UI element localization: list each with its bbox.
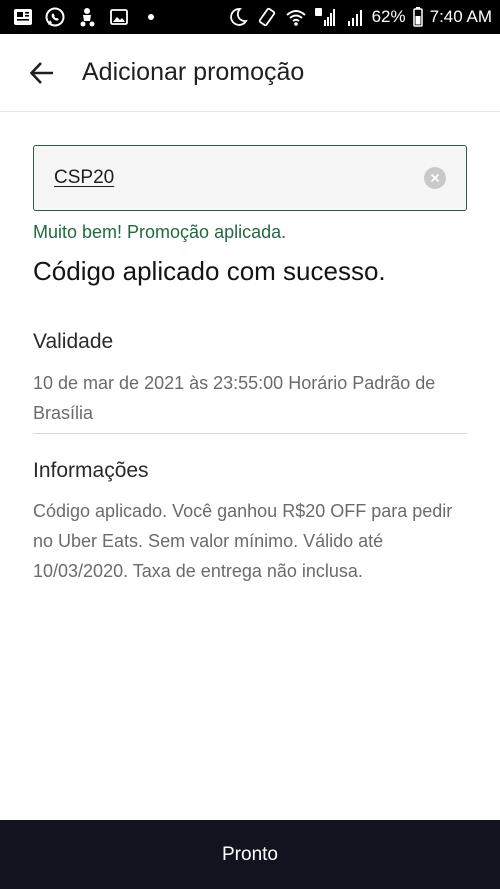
promo-code-input[interactable] [54, 167, 424, 189]
applied-heading: Código aplicado com sucesso. [33, 256, 386, 286]
status-bar: 62% 7:40 AM [0, 0, 500, 34]
wifi-icon [285, 6, 307, 28]
promo-success-message: Muito bem! Promoção aplicada. [33, 222, 287, 242]
delivery-app-icon [76, 6, 98, 28]
status-bar-left [12, 6, 154, 28]
gallery-icon [108, 6, 130, 28]
notification-dot-icon [148, 14, 154, 20]
close-icon [430, 173, 440, 183]
done-button-label: Pronto [222, 843, 278, 865]
status-bar-right: 62% 7:40 AM [227, 6, 492, 28]
page-title: Adicionar promoção [82, 58, 305, 86]
clock: 7:40 AM [429, 7, 492, 26]
app-bar: Adicionar promoção [0, 34, 500, 112]
info-label: Informações [33, 459, 149, 482]
vibrate-icon [256, 6, 278, 28]
info-value: Código aplicado. Você ganhou R$20 OFF pa… [33, 501, 453, 581]
promo-code-field[interactable] [33, 145, 467, 211]
do-not-disturb-moon-icon [227, 6, 249, 28]
validity-label: Validade [33, 330, 114, 353]
whatsapp-icon [44, 6, 66, 28]
back-button[interactable] [22, 53, 62, 93]
signal-sim2-icon [343, 6, 365, 28]
battery-percentage: 62% [371, 7, 406, 26]
battery-icon [412, 6, 423, 28]
clear-input-button[interactable] [424, 167, 446, 189]
signal-sim1-icon [314, 6, 336, 28]
done-button[interactable]: Pronto [0, 820, 500, 889]
news-app-icon [12, 6, 34, 28]
back-arrow-icon [29, 61, 53, 84]
section-divider [33, 433, 467, 434]
validity-value: 10 de mar de 2021 às 23:55:00 Horário Pa… [33, 373, 436, 423]
